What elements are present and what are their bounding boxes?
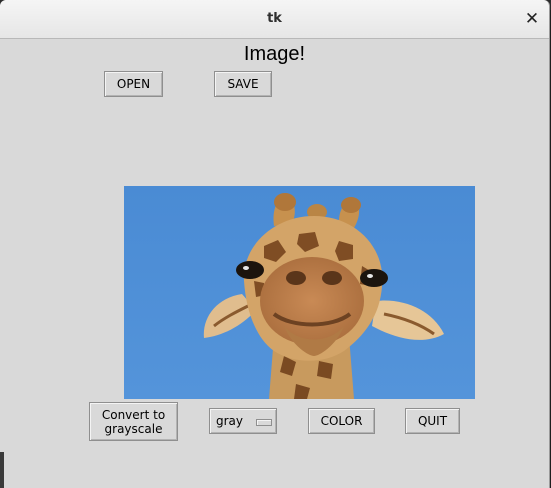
option-menu-indicator-icon [256, 419, 272, 426]
background-window-edge [0, 452, 4, 488]
convert-grayscale-button[interactable]: Convert to grayscale [89, 402, 178, 441]
open-button[interactable]: OPEN [104, 71, 163, 97]
mode-option-menu[interactable]: gray [209, 408, 277, 434]
giraffe-image [124, 186, 475, 399]
window-title: tk [267, 11, 282, 26]
color-button[interactable]: COLOR [308, 408, 375, 434]
quit-button[interactable]: QUIT [405, 408, 460, 434]
app-window: tk ✕ Image! OPEN SAVE Convert to graysca… [0, 0, 550, 488]
page-title: Image! [243, 43, 306, 65]
close-icon[interactable]: ✕ [522, 9, 542, 29]
mode-selected-value: gray [216, 414, 244, 428]
title-bar[interactable]: tk ✕ [0, 0, 549, 39]
save-button[interactable]: SAVE [214, 71, 272, 97]
